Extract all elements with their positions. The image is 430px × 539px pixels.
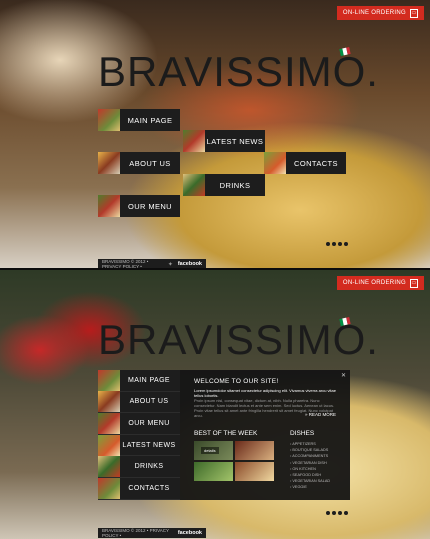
tile-label: OUR MENU [120,195,180,217]
order-bag-icon: ▭ [410,278,418,288]
slider-pagination[interactable] [326,511,348,515]
slider-dot[interactable] [332,511,336,515]
sidebar-item-label: MAIN PAGE [128,376,170,384]
tile-label: DRINKS [205,174,265,196]
slider-dot[interactable] [332,242,336,246]
thumb-image [98,456,120,478]
read-more-link[interactable]: » READ MORE [305,412,336,417]
online-ordering-button[interactable]: ON-LINE ORDERING ▭ [336,276,424,290]
slider-dot[interactable] [338,511,342,515]
sidebar-item-latest-news[interactable]: LATEST NEWS [98,434,180,457]
thumb-image [98,152,120,174]
tile-label: MAIN PAGE [120,109,180,131]
slider-dot[interactable] [344,242,348,246]
twitter-icon[interactable]: ✦ [168,261,173,268]
tile-label: ABOUT US [120,152,180,174]
thumb-image [98,109,120,131]
facebook-link[interactable]: facebook [178,261,202,267]
thumb-image [183,130,205,152]
slider-pagination[interactable] [326,242,348,246]
online-ordering-label: ON-LINE ORDERING [342,10,406,16]
logo[interactable]: BRAVISSIMO. [98,48,379,96]
footer-bar: BRAVISSIMO © 2012 • PRIVACY POLICY • ✦ f… [98,259,206,268]
gallery-thumb[interactable] [235,462,274,481]
facebook-link[interactable]: facebook [178,530,202,536]
tile-drinks[interactable]: DRINKS [183,174,265,196]
sidebar-item-about-us[interactable]: ABOUT US [98,391,180,414]
sidebar-item-contacts[interactable]: CONTACTS [98,477,180,500]
sidebar-item-main-page[interactable]: MAIN PAGE [98,369,180,392]
welcome-box: ✕ WELCOME TO OUR SITE! Lorem ipsumdolor … [180,370,350,500]
sidebar-item-label: ABOUT US [129,398,169,406]
footer-bar: BRAVISSIMO © 2012 • PRIVACY POLICY • fac… [98,528,206,538]
slider-dot[interactable] [326,242,330,246]
sidebar-nav: MAIN PAGE ABOUT US OUR MENU LATEST NEWS … [98,369,180,500]
copyright-text: BRAVISSIMO © 2012 • PRIVACY POLICY • [102,528,169,538]
tile-our-menu[interactable]: OUR MENU [98,195,180,217]
tile-latest-news[interactable]: LATEST NEWS [183,130,265,152]
logo[interactable]: BRAVISSIMO. [98,316,379,364]
best-of-week-section: BEST OF THE WEEK details [194,430,274,481]
copyright-text: BRAVISSIMO © 2012 • PRIVACY POLICY • [102,259,149,268]
thumb-image [183,174,205,196]
slider-dot[interactable] [338,242,342,246]
sidebar-item-label: CONTACTS [128,484,170,492]
dish-link[interactable]: VEGGIE [290,484,330,490]
online-ordering-button[interactable]: ON-LINE ORDERING ▭ [336,6,424,20]
gallery-thumb[interactable]: details [194,441,233,460]
dishes-list: APPETIZERS BOUTIQUE SALADS ACCOMPANIMENT… [290,441,330,491]
thumb-image [98,477,120,499]
thumb-image [98,369,120,391]
dish-link[interactable]: ACCOMPANIMENTS [290,453,330,459]
thumb-image [264,152,286,174]
tile-contacts[interactable]: CONTACTS [264,152,346,174]
thumb-image [98,434,120,456]
tile-main-page[interactable]: MAIN PAGE [98,109,180,131]
hero-panel-1: ON-LINE ORDERING ▭ BRAVISSIMO. MAIN PAGE… [0,0,430,268]
gallery-thumb[interactable] [235,441,274,460]
sidebar-item-our-menu[interactable]: OUR MENU [98,412,180,435]
close-icon[interactable]: ✕ [341,372,346,379]
welcome-lead-text: Lorem ipsumdolor sitamet consectetur adi… [194,388,336,398]
tile-label: CONTACTS [286,152,346,174]
online-ordering-label: ON-LINE ORDERING [342,280,406,286]
sidebar-item-label: DRINKS [134,463,164,471]
best-of-week-gallery: details [194,441,274,481]
thumb-image [98,412,120,434]
details-label: details [201,447,219,454]
tile-about-us[interactable]: ABOUT US [98,152,180,174]
order-bag-icon: ▭ [410,8,418,18]
gallery-thumb[interactable] [194,462,233,481]
dishes-title: DISHES [290,430,315,437]
thumb-image [98,195,120,217]
best-of-week-title: BEST OF THE WEEK [194,430,258,437]
dishes-section: DISHES APPETIZERS BOUTIQUE SALADS ACCOMP… [290,430,330,491]
slider-dot[interactable] [344,511,348,515]
welcome-title: WELCOME TO OUR SITE! [194,378,279,385]
sidebar-item-drinks[interactable]: DRINKS [98,456,180,478]
tile-label: LATEST NEWS [205,130,265,152]
slider-dot[interactable] [326,511,330,515]
sidebar-item-label: LATEST NEWS [122,441,176,449]
dish-link[interactable]: VEGETARIAN DISH [290,460,330,466]
thumb-image [98,391,120,413]
sidebar-item-label: OUR MENU [128,419,170,427]
